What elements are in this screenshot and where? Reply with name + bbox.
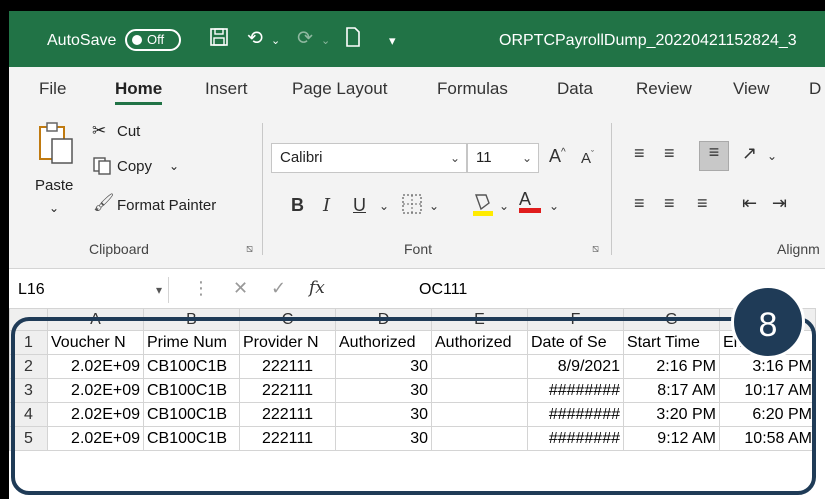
font-group-label: Font bbox=[404, 241, 433, 257]
formula-bar: L16 ▾ ⋮ ✕ ✓ fx OC111 bbox=[9, 268, 825, 310]
cancel-icon[interactable]: ✕ bbox=[233, 278, 248, 299]
tab-review[interactable]: Review bbox=[636, 79, 692, 99]
font-name-combo[interactable]: Calibri ⌄ bbox=[271, 143, 467, 173]
autosave-toggle[interactable]: Off bbox=[125, 29, 181, 51]
ribbon-tabs: File Home Insert Page Layout Formulas Da… bbox=[9, 67, 825, 109]
alignment-group-label: Alignm bbox=[777, 241, 820, 257]
increase-font-size-icon[interactable]: A^ bbox=[549, 146, 566, 167]
increase-indent-icon[interactable]: ⇥ bbox=[772, 193, 787, 214]
tab-file[interactable]: File bbox=[39, 79, 66, 99]
decrease-indent-icon[interactable]: ⇤ bbox=[742, 193, 757, 214]
undo-dropdown-icon[interactable]: ⌄ bbox=[271, 34, 280, 47]
tab-page-layout[interactable]: Page Layout bbox=[292, 79, 387, 99]
italic-button[interactable]: I bbox=[323, 195, 330, 216]
bold-button[interactable]: B bbox=[291, 195, 304, 216]
excel-window: AutoSave Off ⟲ ⌄ ⟳ ⌄ ▾ ORPTCPayrollDump_… bbox=[9, 11, 825, 499]
font-size-value: 11 bbox=[476, 149, 492, 166]
more-options-icon: ⋮ bbox=[192, 278, 210, 298]
toggle-knob bbox=[132, 35, 142, 45]
bottom-align-icon[interactable]: ≡ bbox=[699, 141, 729, 171]
formula-input[interactable]: OC111 bbox=[419, 281, 467, 299]
file-name: ORPTCPayrollDump_20220421152824_3 bbox=[499, 32, 797, 49]
name-box-dropdown-icon[interactable]: ▾ bbox=[156, 277, 162, 303]
decrease-font-size-icon[interactable]: Aˇ bbox=[581, 149, 594, 167]
paste-dropdown-icon[interactable]: ⌄ bbox=[49, 201, 59, 215]
copy-dropdown-icon[interactable]: ⌄ bbox=[169, 159, 179, 173]
font-size-dropdown-icon: ⌄ bbox=[521, 151, 532, 165]
borders-icon[interactable] bbox=[401, 193, 423, 220]
tab-view[interactable]: View bbox=[733, 79, 770, 99]
underline-dropdown-icon[interactable]: ⌄ bbox=[379, 199, 389, 213]
fill-color-dropdown-icon[interactable]: ⌄ bbox=[499, 199, 509, 213]
cut-icon[interactable]: ✂ bbox=[92, 121, 106, 141]
align-right-icon[interactable]: ≡ bbox=[697, 193, 708, 214]
ribbon-separator bbox=[611, 123, 612, 255]
paste-icon[interactable] bbox=[36, 121, 76, 169]
tab-data[interactable]: Data bbox=[557, 79, 593, 99]
tab-draw[interactable]: D bbox=[809, 79, 821, 99]
cut-button[interactable]: Cut bbox=[117, 123, 140, 140]
paste-button[interactable]: Paste bbox=[35, 177, 73, 194]
fill-color-icon[interactable] bbox=[471, 191, 495, 222]
tab-home[interactable]: Home bbox=[115, 79, 163, 105]
align-center-icon[interactable]: ≡ bbox=[664, 193, 675, 214]
middle-align-icon[interactable]: ≡ bbox=[664, 143, 675, 164]
align-left-icon[interactable]: ≡ bbox=[634, 193, 645, 214]
insert-function-icon[interactable]: fx bbox=[309, 278, 325, 298]
cell-reference: L16 bbox=[18, 281, 45, 298]
orientation-dropdown-icon[interactable]: ⌄ bbox=[767, 149, 777, 163]
orientation-icon[interactable]: ↗ bbox=[742, 143, 757, 164]
enter-icon[interactable]: ✓ bbox=[271, 278, 286, 299]
undo-icon[interactable]: ⟲ bbox=[247, 27, 263, 50]
font-launcher-icon[interactable]: ⧅ bbox=[592, 243, 599, 256]
font-name-value: Calibri bbox=[280, 149, 323, 166]
redo-icon[interactable]: ⟳ bbox=[297, 27, 313, 50]
customize-toolbar-icon[interactable]: ▾ bbox=[389, 33, 396, 49]
autosave-label: AutoSave bbox=[47, 32, 117, 49]
font-color-icon[interactable]: A bbox=[519, 189, 541, 213]
ribbon-home: Paste ⌄ ✂ Cut Copy ⌄ 🖌 Format Painter Cl… bbox=[9, 109, 825, 261]
new-file-icon[interactable] bbox=[345, 27, 361, 53]
underline-button[interactable]: U bbox=[353, 195, 366, 216]
copy-icon[interactable] bbox=[92, 156, 112, 180]
copy-button[interactable]: Copy bbox=[117, 158, 152, 175]
callout-badge: 8 bbox=[731, 285, 805, 359]
clipboard-group-label: Clipboard bbox=[89, 241, 149, 257]
autosave-state: Off bbox=[147, 32, 165, 47]
borders-dropdown-icon[interactable]: ⌄ bbox=[429, 199, 439, 213]
save-icon[interactable] bbox=[209, 27, 229, 53]
font-size-combo[interactable]: 11 ⌄ bbox=[467, 143, 539, 173]
format-painter-icon[interactable]: 🖌 bbox=[93, 193, 115, 213]
top-align-icon[interactable]: ≡ bbox=[634, 143, 645, 164]
format-painter-button[interactable]: Format Painter bbox=[117, 197, 216, 214]
font-color-dropdown-icon[interactable]: ⌄ bbox=[549, 199, 559, 213]
tab-insert[interactable]: Insert bbox=[205, 79, 248, 99]
tab-formulas[interactable]: Formulas bbox=[437, 79, 508, 99]
font-name-dropdown-icon: ⌄ bbox=[449, 151, 460, 165]
name-box[interactable]: L16 ▾ bbox=[18, 277, 169, 303]
callout-highlight-box bbox=[11, 317, 816, 495]
title-bar: AutoSave Off ⟲ ⌄ ⟳ ⌄ ▾ ORPTCPayrollDump_… bbox=[9, 11, 825, 67]
redo-dropdown-icon[interactable]: ⌄ bbox=[321, 34, 330, 47]
ribbon-separator bbox=[262, 123, 263, 255]
clipboard-launcher-icon[interactable]: ⧅ bbox=[246, 243, 253, 256]
